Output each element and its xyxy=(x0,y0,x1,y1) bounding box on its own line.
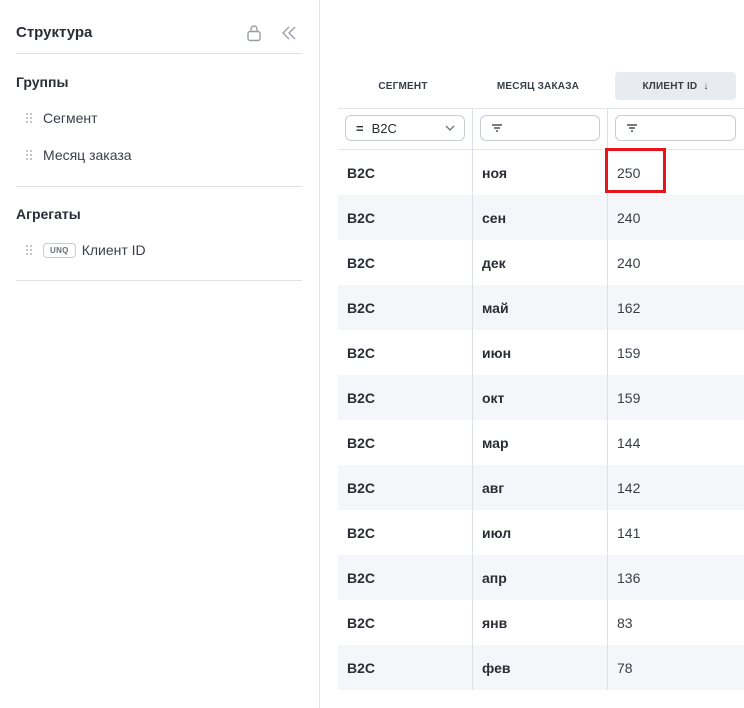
sidebar-header: Структура xyxy=(16,22,302,54)
cell-order-month[interactable]: июн xyxy=(482,330,511,375)
filter-icon xyxy=(492,124,502,132)
cell-client-id[interactable]: 159 xyxy=(617,330,640,375)
aggregates-section-title: Агрегаты xyxy=(16,206,81,222)
table-row[interactable]: B2C дек 240 xyxy=(338,240,744,285)
cell-order-month[interactable]: янв xyxy=(482,600,507,645)
group-item-segment[interactable]: Сегмент xyxy=(24,108,98,128)
drag-handle-icon[interactable] xyxy=(24,112,34,124)
aggregate-item-label: Клиент ID xyxy=(81,242,146,258)
filter-value: B2C xyxy=(371,120,397,136)
section-divider xyxy=(16,186,302,187)
column-header-order-month[interactable]: МЕСЯЦ ЗАКАЗА xyxy=(473,72,603,100)
cell-order-month[interactable]: дек xyxy=(482,240,506,285)
cell-order-month[interactable]: окт xyxy=(482,375,504,420)
cell-segment[interactable]: B2C xyxy=(347,600,375,645)
cell-segment[interactable]: B2C xyxy=(347,465,375,510)
table-row[interactable]: B2C мар 144 xyxy=(338,420,744,465)
cell-order-month[interactable]: апр xyxy=(482,555,507,600)
sort-desc-icon[interactable]: ↓ xyxy=(703,81,708,92)
table-row[interactable]: B2C окт 159 xyxy=(338,375,744,420)
cell-segment[interactable]: B2C xyxy=(347,285,375,330)
cell-client-id[interactable]: 78 xyxy=(617,645,633,690)
cell-order-month[interactable]: мар xyxy=(482,420,509,465)
cell-segment[interactable]: B2C xyxy=(347,330,375,375)
cell-segment[interactable]: B2C xyxy=(347,510,375,555)
cell-segment[interactable]: B2C xyxy=(347,555,375,600)
group-item-order-month[interactable]: Месяц заказа xyxy=(24,145,132,165)
cell-order-month[interactable]: авг xyxy=(482,465,504,510)
table-row[interactable]: B2C авг 142 xyxy=(338,465,744,510)
cell-order-month[interactable]: май xyxy=(482,285,509,330)
cell-segment[interactable]: B2C xyxy=(347,645,375,690)
lock-icon[interactable] xyxy=(246,24,262,42)
cell-segment[interactable]: B2C xyxy=(347,195,375,240)
column-header-label: СЕГМЕНТ xyxy=(378,80,428,92)
chevron-down-icon[interactable] xyxy=(444,122,456,134)
month-filter-input[interactable] xyxy=(480,115,600,141)
filter-icon xyxy=(627,124,637,132)
cell-segment[interactable]: B2C xyxy=(347,150,375,195)
column-header-label: МЕСЯЦ ЗАКАЗА xyxy=(496,80,580,92)
aggregate-item-client-id[interactable]: UNQ Клиент ID xyxy=(24,240,146,260)
table-row[interactable]: B2C фев 78 xyxy=(338,645,744,690)
group-item-label: Сегмент xyxy=(43,110,98,126)
table-row[interactable]: B2C июн 159 xyxy=(338,330,744,375)
table-row[interactable]: B2C ноя 250 xyxy=(338,150,744,195)
table-row[interactable]: B2C июл 141 xyxy=(338,510,744,555)
cell-order-month[interactable]: ноя xyxy=(482,150,507,195)
group-item-label: Месяц заказа xyxy=(43,147,132,163)
cell-client-id[interactable]: 141 xyxy=(617,510,640,555)
column-header-client-id[interactable]: КЛИЕНТ ID ↓ xyxy=(615,72,736,100)
table-row[interactable]: B2C янв 83 xyxy=(338,600,744,645)
table-row[interactable]: B2C апр 136 xyxy=(338,555,744,600)
groups-section-title: Группы xyxy=(16,74,69,90)
cell-client-id[interactable]: 83 xyxy=(617,600,633,645)
filter-operator: = xyxy=(356,120,364,136)
highlighted-cell-marker xyxy=(605,148,666,193)
filter-row: = B2C xyxy=(338,108,744,150)
cell-order-month[interactable]: сен xyxy=(482,195,506,240)
table-row[interactable]: B2C май 162 xyxy=(338,285,744,330)
table-row[interactable]: B2C сен 240 xyxy=(338,195,744,240)
cell-client-id[interactable]: 144 xyxy=(617,420,640,465)
aggregation-type-badge[interactable]: UNQ xyxy=(43,242,76,258)
column-header-label: КЛИЕНТ ID xyxy=(642,80,698,92)
cell-client-id[interactable]: 240 xyxy=(617,240,640,285)
drag-handle-icon[interactable] xyxy=(24,149,34,161)
cell-segment[interactable]: B2C xyxy=(347,240,375,285)
cell-segment[interactable]: B2C xyxy=(347,420,375,465)
column-header-segment[interactable]: СЕГМЕНТ xyxy=(338,72,468,100)
structure-sidebar: Структура Группы Сегмент Месяц заказа Аг… xyxy=(0,0,320,708)
cell-client-id[interactable]: 136 xyxy=(617,555,640,600)
cell-order-month[interactable]: июл xyxy=(482,510,511,555)
segment-filter-select[interactable]: = B2C xyxy=(345,115,465,141)
drag-handle-icon[interactable] xyxy=(24,244,34,256)
column-divider xyxy=(607,108,608,690)
cell-client-id[interactable]: 159 xyxy=(617,375,640,420)
cell-order-month[interactable]: фев xyxy=(482,645,510,690)
column-divider xyxy=(472,108,473,690)
sidebar-title: Структура xyxy=(16,24,93,41)
client-id-filter-input[interactable] xyxy=(615,115,736,141)
cell-client-id[interactable]: 240 xyxy=(617,195,640,240)
cell-client-id[interactable]: 142 xyxy=(617,465,640,510)
collapse-sidebar-icon[interactable] xyxy=(280,24,298,42)
cell-client-id[interactable]: 162 xyxy=(617,285,640,330)
cell-segment[interactable]: B2C xyxy=(347,375,375,420)
section-divider xyxy=(16,280,302,281)
